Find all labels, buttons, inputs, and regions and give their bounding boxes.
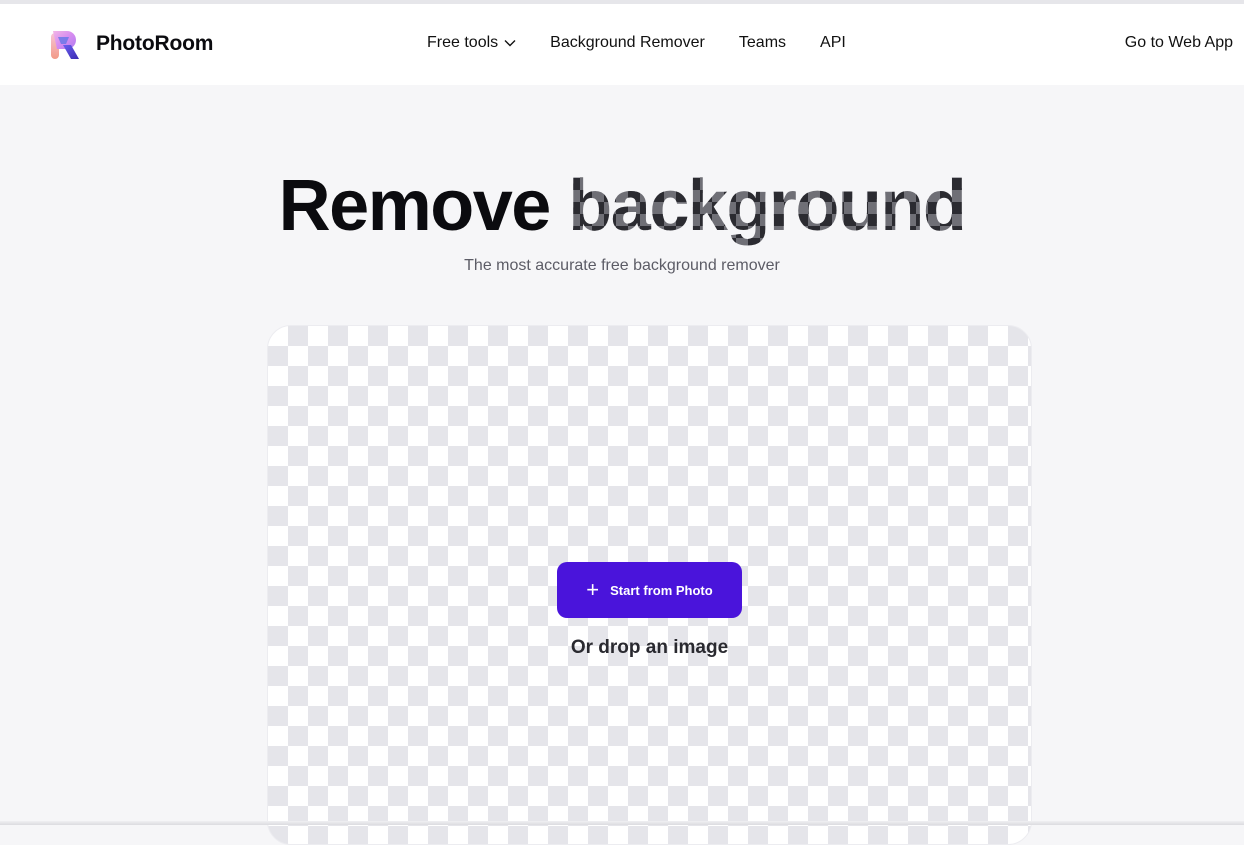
start-from-photo-button[interactable]: + Start from Photo — [557, 562, 742, 618]
start-from-photo-label: Start from Photo — [610, 583, 713, 598]
nav-teams[interactable]: Teams — [739, 34, 786, 52]
nav-free-tools[interactable]: Free tools — [427, 34, 516, 52]
page-subtitle: The most accurate free background remove… — [0, 257, 1244, 275]
site-header: PhotoRoom Free tools Background Remover … — [0, 4, 1244, 85]
plus-icon: + — [586, 579, 599, 601]
go-to-web-app-link[interactable]: Go to Web App — [1125, 34, 1233, 52]
nav-background-remover[interactable]: Background Remover — [550, 34, 705, 52]
drop-image-hint: Or drop an image — [0, 637, 1244, 659]
nav-api[interactable]: API — [820, 34, 846, 52]
brand-name: PhotoRoom — [96, 32, 213, 56]
main-nav: Free tools Background Remover Teams API — [427, 34, 846, 52]
page-title: Remove background — [0, 163, 1244, 249]
photoroom-r-logo-icon — [49, 27, 81, 61]
brand-logo[interactable]: PhotoRoom — [49, 27, 213, 61]
nav-free-tools-label: Free tools — [427, 34, 498, 52]
viewport-bottom-edge — [0, 821, 1244, 825]
title-background-checker: background — [568, 166, 965, 246]
chevron-down-icon — [504, 39, 516, 47]
title-remove: Remove — [279, 166, 550, 246]
